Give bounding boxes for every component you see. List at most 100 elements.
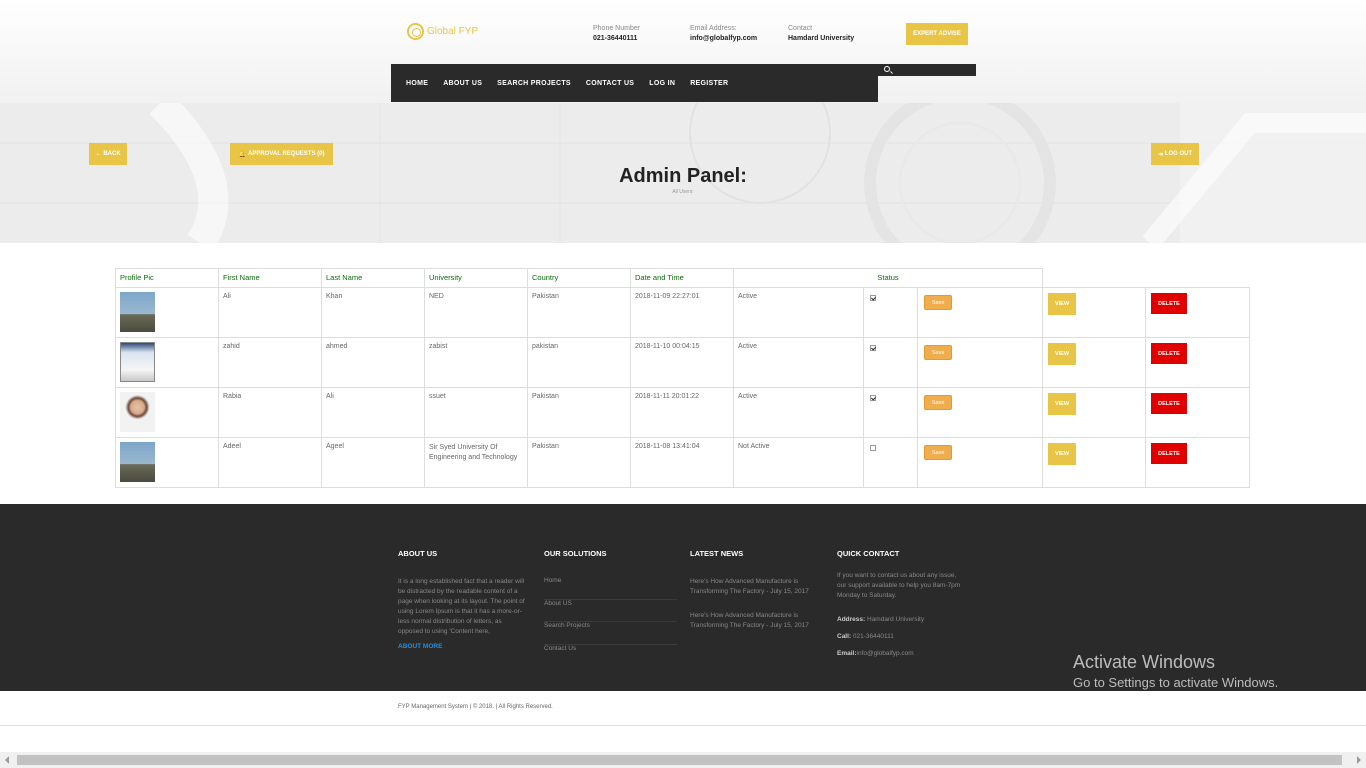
status-checkbox-cell <box>862 437 919 488</box>
footer-about-text: It is a long established fact that a rea… <box>398 578 525 635</box>
address-value: Hamdard University <box>867 616 925 623</box>
view-cell: VIEW <box>1042 437 1146 488</box>
approval-label: APPROVAL REQUESTS (0) <box>248 151 325 157</box>
contact-label: Contact <box>788 25 813 32</box>
datetime-cell: 2018-11-10 00:04:15 <box>630 337 734 388</box>
footer-link-home[interactable]: Home <box>544 577 677 600</box>
table-header-row: Profile Pic First Name Last Name Univers… <box>115 268 1250 288</box>
search-bar[interactable] <box>878 64 976 76</box>
email-info: Email Address: info@globalfyp.com <box>690 24 757 44</box>
bell-icon: 🔔 <box>238 151 246 158</box>
col-status: Status <box>733 268 1043 288</box>
logout-button[interactable]: ⇥ LOG OUT <box>1151 143 1199 165</box>
call-value: 021-36440111 <box>852 633 894 640</box>
address-label: Address: <box>837 616 866 623</box>
copyright-bar: FYP Management System | © 2018. | All Ri… <box>0 691 1366 726</box>
last-name-cell: ahmed <box>321 337 425 388</box>
avatar <box>120 442 155 482</box>
save-button[interactable]: Save <box>924 295 953 310</box>
view-button[interactable]: VIEW <box>1048 343 1076 365</box>
nav-search-projects[interactable]: SEARCH PROJECTS <box>497 80 571 87</box>
phone-value: 021-36440111 <box>593 35 638 42</box>
call-label: Call: <box>837 633 852 640</box>
back-button[interactable]: ← BACK <box>89 143 127 165</box>
nav-about-us[interactable]: ABOUT US <box>443 80 482 87</box>
country-cell: Pakistan <box>527 287 631 338</box>
datetime-cell: 2018-11-08 13:41:04 <box>630 437 734 488</box>
save-button[interactable]: Save <box>924 345 953 360</box>
university-cell: zabist <box>424 337 528 388</box>
table-row: zahid ahmed zabist pakistan 2018-11-10 0… <box>115 337 1250 388</box>
status-checkbox[interactable] <box>869 345 876 351</box>
footer-email: Email:info@globalfyp.com <box>837 649 967 659</box>
scroll-left-icon[interactable] <box>5 756 9 764</box>
footer-news: LATEST NEWS Here's How Advanced Manufact… <box>690 549 820 645</box>
expert-advise-button[interactable]: EXPERT ADVISE <box>906 23 968 45</box>
col-last-name: Last Name <box>321 268 425 288</box>
status-checkbox-cell <box>862 337 919 388</box>
main-nav: HOME ABOUT US SEARCH PROJECTS CONTACT US… <box>391 64 878 102</box>
avatar <box>120 342 155 382</box>
footer-news-title: LATEST NEWS <box>690 549 744 558</box>
save-cell: Save <box>917 287 1043 338</box>
news-item[interactable]: Here's How Advanced Manufacture is Trans… <box>690 577 820 597</box>
status-checkbox-cell <box>862 287 919 338</box>
email-value: info@globalfyp.com <box>690 35 758 42</box>
avatar <box>120 292 155 332</box>
page-title: Admin Panel: <box>619 165 747 187</box>
profile-pic-cell <box>115 337 219 388</box>
delete-button[interactable]: DELETE <box>1151 343 1187 364</box>
status-cell: Active <box>733 287 864 338</box>
col-country: Country <box>527 268 631 288</box>
last-name-cell: Ali <box>321 387 425 438</box>
watermark-line-1: Activate Windows <box>1073 652 1216 672</box>
view-cell: VIEW <box>1042 387 1146 438</box>
country-cell: Pakistan <box>527 437 631 488</box>
first-name-cell: Rabia <box>218 387 322 438</box>
search-icon[interactable] <box>884 66 890 72</box>
back-label: BACK <box>103 151 121 157</box>
nav-log-in[interactable]: LOG IN <box>649 80 675 87</box>
site-logo[interactable]: Global FYP <box>407 23 478 40</box>
view-button[interactable]: VIEW <box>1048 443 1076 465</box>
scroll-right-icon[interactable] <box>1357 756 1361 764</box>
profile-pic-cell <box>115 287 219 338</box>
save-cell: Save <box>917 337 1043 388</box>
site-footer: ABOUT US It is a long established fact t… <box>0 504 1366 691</box>
nav-contact-us[interactable]: CONTACT US <box>586 80 634 87</box>
scrollbar-thumb[interactable] <box>17 755 1342 765</box>
save-button[interactable]: Save <box>924 395 953 410</box>
status-checkbox[interactable] <box>869 395 876 401</box>
delete-button[interactable]: DELETE <box>1151 443 1187 464</box>
view-button[interactable]: VIEW <box>1048 393 1076 415</box>
footer-link-contact-us[interactable]: Contact Us <box>544 645 677 668</box>
col-delete <box>1146 269 1250 288</box>
col-profile-pic: Profile Pic <box>115 268 219 288</box>
nav-register[interactable]: REGISTER <box>690 80 728 87</box>
datetime-cell: 2018-11-09 22:27:01 <box>630 287 734 338</box>
university-cell: NED <box>424 287 528 338</box>
footer-link-search-projects[interactable]: Search Projects <box>544 622 677 646</box>
approval-requests-button[interactable]: 🔔 APPROVAL REQUESTS (0) <box>230 143 333 165</box>
delete-button[interactable]: DELETE <box>1151 393 1187 414</box>
contact-info: Contact Hamdard University <box>788 24 854 44</box>
status-checkbox[interactable] <box>869 445 876 451</box>
save-button[interactable]: Save <box>924 445 953 460</box>
logo-icon <box>407 23 424 40</box>
page-subtitle: All Users: <box>672 189 694 195</box>
horizontal-scrollbar[interactable] <box>0 752 1366 768</box>
first-name-cell: Adeel <box>218 437 322 488</box>
view-button[interactable]: VIEW <box>1048 293 1076 315</box>
arrow-left-icon: ← <box>95 151 102 157</box>
footer-link-about-us[interactable]: About US <box>544 600 677 623</box>
nav-home[interactable]: HOME <box>406 80 428 87</box>
status-checkbox[interactable] <box>869 295 876 301</box>
avatar <box>120 392 155 432</box>
delete-cell: DELETE <box>1145 287 1250 338</box>
footer-contact-text: If you want to contact us about any issu… <box>837 572 961 599</box>
about-more-link[interactable]: ABOUT MORE <box>398 643 528 650</box>
email-label: Email: <box>837 650 857 657</box>
email-label: Email Address: <box>690 25 737 32</box>
delete-button[interactable]: DELETE <box>1151 293 1187 314</box>
news-item[interactable]: Here's How Advanced Manufacture is Trans… <box>690 611 820 631</box>
